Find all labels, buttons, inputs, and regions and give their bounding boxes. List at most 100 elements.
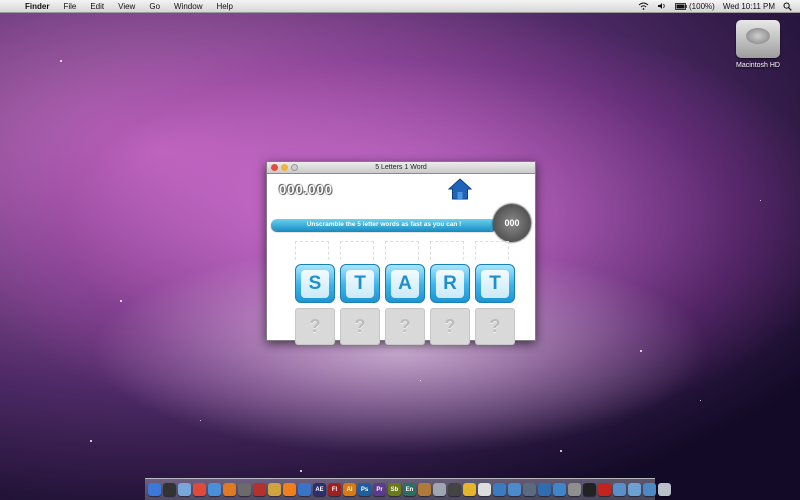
brush-icon[interactable] <box>418 483 431 496</box>
dvd-icon[interactable] <box>448 483 461 496</box>
terminal-icon[interactable] <box>583 483 596 496</box>
trash-icon[interactable] <box>658 483 671 496</box>
letter-tile-char: T <box>346 269 374 298</box>
game-area: 000.000 Unscramble the 5 letter words as… <box>267 174 535 345</box>
mail-icon[interactable] <box>178 483 191 496</box>
network-icon[interactable] <box>238 483 251 496</box>
letter-tiles: S T A R T <box>295 264 515 303</box>
letter-tile-4[interactable]: R <box>430 264 470 303</box>
flash-icon[interactable]: Fl <box>328 483 341 496</box>
downloads-folder-icon[interactable] <box>643 483 656 496</box>
preferences-icon[interactable] <box>568 483 581 496</box>
slot-mark: ? <box>354 316 366 336</box>
menu-bar: Finder File Edit View Go Window Help (10… <box>0 0 800 13</box>
minimize-window-button[interactable] <box>281 164 288 171</box>
window-titlebar[interactable]: 5 Letters 1 Word <box>267 162 535 174</box>
hard-drive-icon <box>736 20 780 58</box>
star <box>200 420 201 421</box>
menu-go[interactable]: Go <box>142 2 167 11</box>
answer-slots: ? ? ? ? ? <box>295 308 515 345</box>
answer-slot-1[interactable]: ? <box>295 308 335 345</box>
menu-view[interactable]: View <box>111 2 142 11</box>
preview-icon[interactable] <box>523 483 536 496</box>
network-utility-icon[interactable] <box>508 483 521 496</box>
score-display: 000.000 <box>279 182 333 197</box>
encore-icon[interactable]: En <box>403 483 416 496</box>
answer-placeholder <box>385 241 419 260</box>
answer-slot-2[interactable]: ? <box>340 308 380 345</box>
cd-icon[interactable] <box>433 483 446 496</box>
menu-file[interactable]: File <box>56 2 83 11</box>
pencil-icon[interactable] <box>268 483 281 496</box>
battery-icon <box>675 2 687 10</box>
window-title: 5 Letters 1 Word <box>375 164 427 171</box>
instruction-banner: Unscramble the 5 letter words as fast as… <box>271 219 497 231</box>
slot-mark: ? <box>489 316 501 336</box>
zoom-window-button[interactable] <box>291 164 298 171</box>
addressbook-icon[interactable] <box>253 483 266 496</box>
letter-tile-3[interactable]: A <box>385 264 425 303</box>
volume-icon[interactable] <box>657 2 667 10</box>
letter-tile-char: T <box>481 269 509 298</box>
answer-slot-5[interactable]: ? <box>475 308 515 345</box>
star <box>420 380 421 381</box>
finder-icon[interactable] <box>148 483 161 496</box>
slot-mark: ? <box>309 316 321 336</box>
star <box>60 60 62 62</box>
itunes-icon[interactable] <box>298 483 311 496</box>
star <box>560 450 562 452</box>
safari-icon[interactable] <box>208 483 221 496</box>
letter-tile-2[interactable]: T <box>340 264 380 303</box>
after-effects-icon[interactable]: AE <box>313 483 326 496</box>
star <box>760 200 761 201</box>
answer-placeholder <box>475 241 509 260</box>
photo-icon[interactable] <box>463 483 476 496</box>
star <box>120 300 122 302</box>
wifi-icon[interactable] <box>638 2 649 10</box>
battery-indicator[interactable]: (100%) <box>675 2 715 11</box>
firefox-icon[interactable] <box>223 483 236 496</box>
ipod-icon[interactable] <box>478 483 491 496</box>
letter-tile-5[interactable]: T <box>475 264 515 303</box>
star <box>300 470 302 472</box>
star <box>700 400 701 401</box>
answer-placeholder <box>340 241 374 260</box>
menu-window[interactable]: Window <box>167 2 209 11</box>
photoshop-icon[interactable]: Ps <box>358 483 371 496</box>
illustrator-icon[interactable]: Ai <box>343 483 356 496</box>
vlc-icon[interactable] <box>283 483 296 496</box>
slot-mark: ? <box>399 316 411 336</box>
close-window-button[interactable] <box>271 164 278 171</box>
star <box>90 440 92 442</box>
menu-help[interactable]: Help <box>209 2 239 11</box>
game-window: 5 Letters 1 Word 000.000 Unscramble the … <box>266 161 536 345</box>
letter-tile-char: A <box>391 269 419 298</box>
calendar-icon[interactable] <box>193 483 206 496</box>
menu-edit[interactable]: Edit <box>83 2 111 11</box>
folder-icon[interactable] <box>553 483 566 496</box>
window-controls <box>271 164 298 171</box>
app-folder-icon[interactable] <box>613 483 626 496</box>
home-icon[interactable] <box>448 178 472 200</box>
answer-slot-3[interactable]: ? <box>385 308 425 345</box>
spotlight-search-icon[interactable] <box>783 2 792 11</box>
premiere-icon[interactable]: Pr <box>373 483 386 496</box>
answer-placeholder <box>430 241 464 260</box>
soundbooth-icon[interactable]: Sb <box>388 483 401 496</box>
menu-clock[interactable]: Wed 10:11 PM <box>723 2 775 11</box>
menu-app-name[interactable]: Finder <box>18 2 56 11</box>
answer-placeholder <box>295 241 329 260</box>
dock: AE Fl Ai Ps Pr Sb En <box>145 478 671 500</box>
quicktime-icon[interactable] <box>538 483 551 496</box>
documents-folder-icon[interactable] <box>628 483 641 496</box>
answer-slot-4[interactable]: ? <box>430 308 470 345</box>
battery-percent: (100%) <box>689 1 715 11</box>
xcode-icon[interactable] <box>493 483 506 496</box>
letter-tile-char: S <box>301 269 329 298</box>
answer-placeholder-row <box>295 241 509 260</box>
letter-tile-1[interactable]: S <box>295 264 335 303</box>
desktop-drive[interactable]: Macintosh HD <box>730 20 786 69</box>
flash-player-icon[interactable] <box>598 483 611 496</box>
slot-mark: ? <box>444 316 456 336</box>
dashboard-icon[interactable] <box>163 483 176 496</box>
